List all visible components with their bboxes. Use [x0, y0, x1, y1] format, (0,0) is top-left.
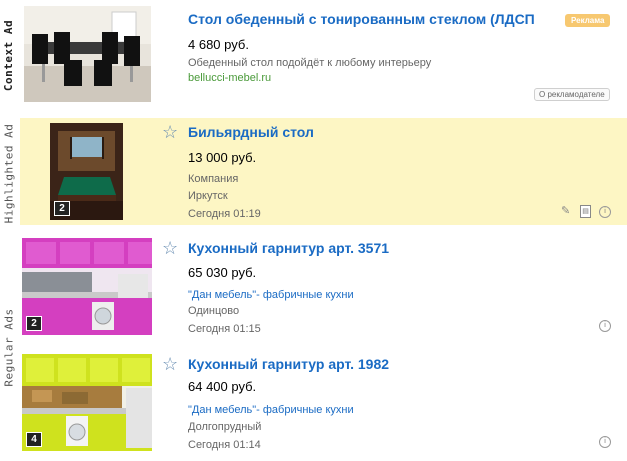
- info-icon[interactable]: i: [599, 320, 611, 332]
- regular-ad-price: 64 400 руб.: [188, 379, 257, 394]
- about-advertiser-button[interactable]: О рекламодателе: [534, 88, 610, 101]
- photo-count: 2: [26, 316, 42, 331]
- context-ad-price: 4 680 руб.: [188, 37, 249, 52]
- ad-city: Одинцово: [188, 305, 240, 317]
- regular-ad-title[interactable]: Кухонный гарнитур арт. 3571: [188, 240, 389, 256]
- ad-badge: Реклама: [565, 14, 611, 27]
- context-ad-description: Обеденный стол подойдёт к любому интерье…: [188, 57, 432, 69]
- highlighted-ad-title[interactable]: Бильярдный стол: [188, 124, 314, 140]
- context-ad-title[interactable]: Стол обеденный с тонированным стеклом (Л…: [188, 11, 535, 27]
- regular-ad-image[interactable]: 2: [22, 238, 152, 335]
- favorite-star-icon[interactable]: ☆: [162, 355, 178, 373]
- ad-city: Иркутск: [188, 190, 228, 202]
- pin-icon[interactable]: ✎: [561, 204, 570, 217]
- highlighted-ad-price: 13 000 руб.: [188, 150, 257, 165]
- info-icon[interactable]: i: [599, 206, 611, 218]
- regular-ad-title[interactable]: Кухонный гарнитур арт. 1982: [188, 356, 389, 372]
- highlighted-ad-label: Highlighted Ad: [2, 123, 16, 223]
- photo-count: 2: [54, 201, 70, 216]
- company-link[interactable]: "Дан мебель"- фабричные кухни: [188, 289, 354, 301]
- context-ad[interactable]: Стол обеденный с тонированным стеклом (Л…: [20, 0, 627, 110]
- favorite-star-icon[interactable]: ☆: [162, 239, 178, 257]
- regular-ad-image[interactable]: 4: [22, 354, 152, 451]
- info-icon[interactable]: i: [599, 436, 611, 448]
- regular-ads-label: Regular Ads: [2, 308, 16, 387]
- context-ad-label: Context Ad: [2, 19, 16, 91]
- ad-date: Сегодня 01:15: [188, 323, 261, 335]
- regular-ad[interactable]: 2 ☆ Кухонный гарнитур арт. 3571 65 030 р…: [20, 234, 627, 344]
- highlighted-ad-image[interactable]: 2: [50, 123, 123, 220]
- ad-city: Долгопрудный: [188, 421, 262, 433]
- document-icon[interactable]: ▤: [580, 205, 591, 218]
- company-link[interactable]: "Дан мебель"- фабричные кухни: [188, 404, 354, 416]
- highlighted-ad[interactable]: 2 ☆ Бильярдный стол 13 000 руб. Компания…: [20, 118, 627, 225]
- ad-date: Сегодня 01:14: [188, 439, 261, 451]
- photo-count: 4: [26, 432, 42, 447]
- context-ad-image[interactable]: [24, 6, 151, 102]
- favorite-star-icon[interactable]: ☆: [162, 123, 178, 141]
- regular-ad-price: 65 030 руб.: [188, 265, 257, 280]
- context-ad-domain[interactable]: bellucci-mebel.ru: [188, 72, 271, 84]
- regular-ad[interactable]: 4 ☆ Кухонный гарнитур арт. 1982 64 400 р…: [20, 350, 627, 461]
- ad-date: Сегодня 01:19: [188, 208, 261, 220]
- seller-type: Компания: [188, 173, 239, 185]
